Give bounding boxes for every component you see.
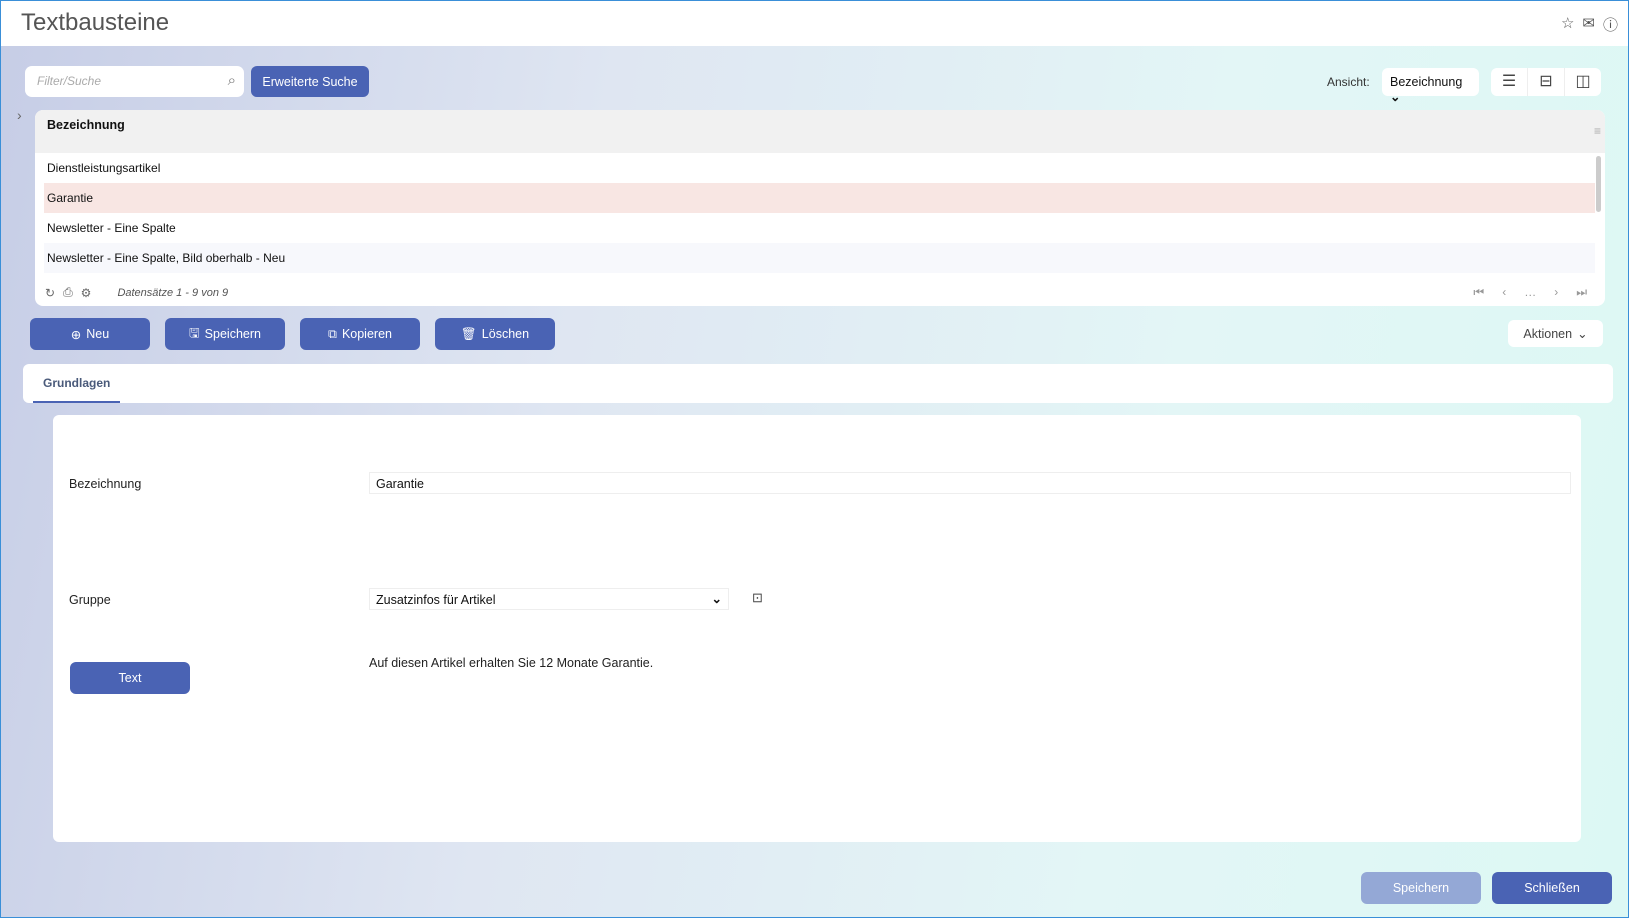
search-placeholder: Filter/Suche	[37, 74, 102, 88]
records-grid: Bezeichnung ≡ Dienstleistungsartikel Gar…	[35, 110, 1605, 306]
info-icon[interactable]: ⊡	[752, 590, 763, 606]
view-select[interactable]: Bezeichnung ⌄	[1382, 68, 1479, 104]
last-page-icon[interactable]: ⏭	[1576, 285, 1587, 300]
footer-save-button[interactable]: Speichern	[1361, 872, 1481, 904]
tab-grundlagen[interactable]: Grundlagen	[33, 364, 121, 403]
tab-bar: Grundlagen	[23, 364, 1613, 403]
copy-button[interactable]: ⧉ Kopieren	[300, 318, 420, 350]
first-page-icon[interactable]: ⏮	[1473, 285, 1484, 300]
list-view-icon[interactable]: ☰	[1491, 68, 1528, 96]
vertical-split-icon[interactable]: ◫	[1565, 68, 1601, 96]
next-page-icon[interactable]: ›	[1554, 285, 1558, 300]
group-select-value: Zusatzinfos für Artikel	[376, 593, 496, 607]
delete-label: Löschen	[481, 327, 530, 341]
save-button[interactable]: 🖫 Speichern	[165, 318, 285, 350]
view-label: Ansicht:	[1327, 75, 1370, 89]
header: Textbausteine ☆ ✉ ⓘ	[1, 1, 1628, 46]
chevron-down-icon: ⌄	[711, 592, 722, 606]
actions-dropdown[interactable]: Aktionen ⌄	[1508, 320, 1603, 347]
view-select-value: Bezeichnung	[1390, 75, 1463, 89]
advanced-search-button[interactable]: Erweiterte Suche	[251, 66, 369, 97]
save-icon: 🖫	[189, 325, 200, 340]
group-label: Gruppe	[69, 593, 111, 607]
close-button[interactable]: Schließen	[1492, 872, 1612, 904]
chevron-down-icon: ⌄	[1577, 327, 1588, 341]
table-row[interactable]: Garantie	[44, 183, 1595, 213]
new-button[interactable]: ⊕ Neu	[30, 318, 150, 350]
new-label: Neu	[86, 327, 110, 341]
copy-icon: ⧉	[328, 326, 337, 341]
trash-icon: 🗑	[460, 326, 477, 341]
detail-form: Bezeichnung Garantie Gruppe Zusatzinfos …	[53, 415, 1581, 842]
column-menu-icon[interactable]: ≡	[1594, 124, 1601, 138]
search-input[interactable]: Filter/Suche ⌕	[25, 66, 244, 97]
star-icon[interactable]: ☆	[1561, 14, 1574, 35]
mail-icon[interactable]: ✉	[1582, 14, 1595, 35]
plus-circle-icon: ⊕	[70, 327, 82, 342]
scrollbar[interactable]	[1596, 156, 1601, 212]
print-icon[interactable]: ⎙	[63, 285, 73, 300]
column-header[interactable]: Bezeichnung	[35, 110, 1605, 153]
group-select[interactable]: Zusatzinfos für Artikel ⌄	[369, 588, 729, 610]
records-count: Datensätze 1 - 9 von 9	[117, 286, 229, 299]
table-row[interactable]: Dienstleistungsartikel	[44, 153, 1595, 183]
page-title: Textbausteine	[21, 9, 170, 36]
expand-chevron-icon[interactable]: ›	[17, 107, 22, 123]
help-icon[interactable]: ⓘ	[1603, 14, 1618, 35]
chevron-down-icon: ⌄	[1390, 90, 1401, 104]
text-value: Auf diesen Artikel erhalten Sie 12 Monat…	[369, 656, 654, 670]
actions-label: Aktionen	[1523, 326, 1573, 341]
copy-label: Kopieren	[341, 327, 392, 341]
name-input[interactable]: Garantie	[369, 472, 1571, 494]
search-icon: ⌕	[227, 72, 236, 89]
more-pages-icon[interactable]: …	[1524, 285, 1536, 300]
delete-button[interactable]: 🗑 Löschen	[435, 318, 555, 350]
name-label: Bezeichnung	[69, 477, 142, 491]
table-row[interactable]: Newsletter - Eine Spalte, Bild oberhalb …	[44, 243, 1595, 273]
table-row[interactable]: Newsletter - Eine Spalte	[44, 213, 1595, 243]
save-label: Speichern	[204, 327, 261, 341]
settings-icon[interactable]: ⚙	[81, 286, 92, 300]
refresh-icon[interactable]: ↻	[45, 286, 55, 300]
text-button[interactable]: Text	[70, 662, 190, 694]
horizontal-split-icon[interactable]: ⊟	[1528, 68, 1565, 96]
prev-page-icon[interactable]: ‹	[1502, 285, 1506, 300]
